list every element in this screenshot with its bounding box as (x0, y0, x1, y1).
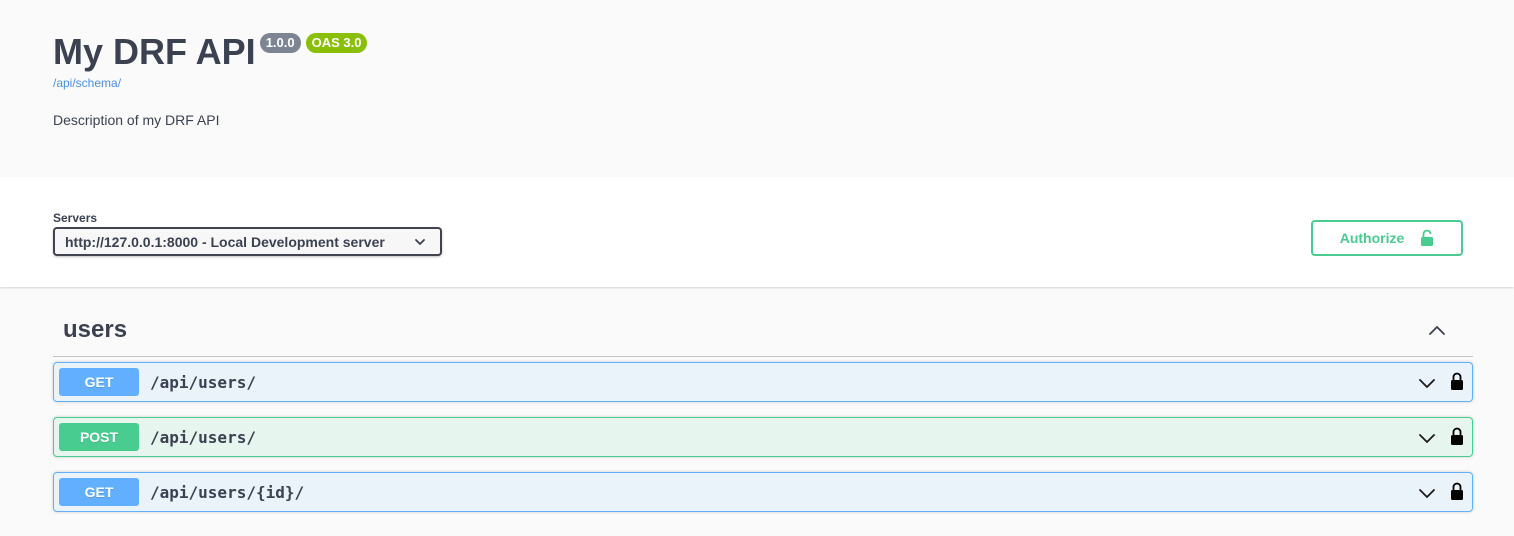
method-badge: GET (59, 478, 139, 506)
chevron-down-icon[interactable] (1418, 486, 1436, 500)
tag-header-users[interactable]: users (53, 306, 1473, 357)
operation-get-users[interactable]: GET /api/users/ (53, 362, 1473, 402)
locked-padlock-icon[interactable] (1450, 426, 1464, 446)
method-badge: POST (59, 423, 139, 451)
servers-select[interactable]: http://127.0.0.1:8000 - Local Developmen… (53, 227, 442, 256)
locked-padlock-icon[interactable] (1450, 481, 1464, 501)
chevron-up-icon[interactable] (1427, 322, 1447, 338)
chevron-down-icon[interactable] (1418, 376, 1436, 390)
tag-name: users (63, 316, 128, 343)
operation-path: /api/users/{id}/ (150, 483, 305, 502)
scheme-container: Servers http://127.0.0.1:8000 - Local De… (0, 177, 1514, 287)
operation-path: /api/users/ (150, 373, 256, 392)
operation-get-user-by-id[interactable]: GET /api/users/{id}/ (53, 472, 1473, 512)
authorize-label: Authorize (1339, 230, 1405, 246)
servers-label: Servers (53, 211, 98, 225)
title-row: My DRF API 1.0.0 OAS 3.0 (53, 30, 368, 74)
api-title: My DRF API (53, 31, 256, 72)
chevron-down-icon[interactable] (1418, 431, 1436, 445)
method-badge: GET (59, 368, 139, 396)
servers-selected-value: http://127.0.0.1:8000 - Local Developmen… (65, 233, 385, 250)
operation-path: /api/users/ (150, 428, 256, 447)
oas-badge: OAS 3.0 (305, 33, 368, 53)
tag-section-users: users GET /api/users/ POST /api/users/ G… (53, 306, 1473, 512)
unlocked-padlock-icon (1421, 229, 1434, 246)
operation-post-users[interactable]: POST /api/users/ (53, 417, 1473, 457)
locked-padlock-icon[interactable] (1450, 371, 1464, 391)
api-info-header: My DRF API 1.0.0 OAS 3.0 /api/schema/ De… (0, 0, 1514, 177)
chevron-down-icon (415, 239, 425, 245)
api-description: Description of my DRF API (53, 112, 220, 128)
schema-link[interactable]: /api/schema/ (53, 76, 121, 90)
version-badge: 1.0.0 (259, 33, 301, 53)
authorize-button[interactable]: Authorize (1311, 220, 1463, 256)
